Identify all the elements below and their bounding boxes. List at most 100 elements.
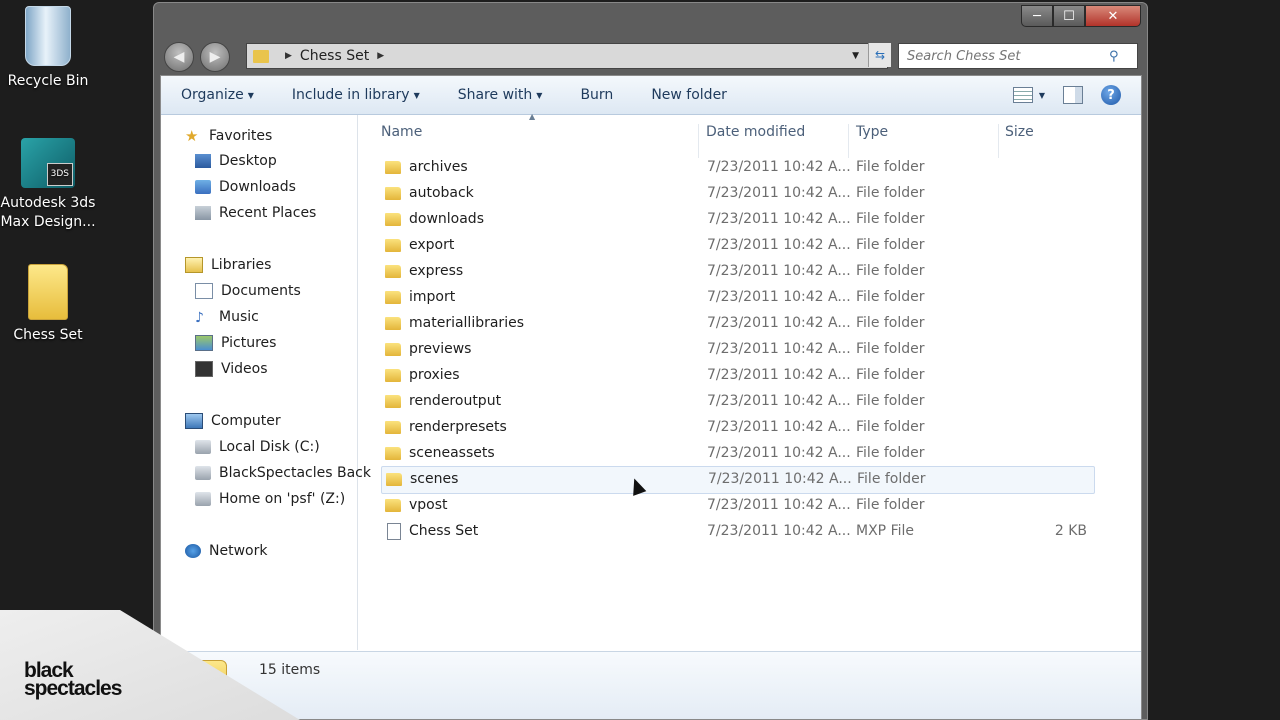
organize-label: Organize <box>181 87 244 103</box>
nav-label: Local Disk (C:) <box>219 439 320 455</box>
documents-icon <box>195 283 213 299</box>
refresh-button[interactable]: ⇆ <box>868 43 891 67</box>
file-date: 7/23/2011 10:42 A... <box>707 523 851 539</box>
desktop-icon-recycle-bin[interactable]: Recycle Bin <box>0 6 98 91</box>
nav-videos[interactable]: Videos <box>195 361 268 377</box>
change-view-icon[interactable] <box>1012 87 1033 103</box>
file-name: import <box>409 289 456 305</box>
column-name[interactable]: Name <box>381 124 422 140</box>
videos-icon <box>195 361 213 377</box>
nav-home-psf[interactable]: Home on 'psf' (Z:) <box>195 491 345 507</box>
file-row[interactable]: renderoutput 7/23/2011 10:42 A... File fol… <box>381 389 1093 415</box>
file-name: export <box>409 237 455 253</box>
file-row[interactable]: Chess Set 7/23/2011 10:42 A... MXP File 2 K… <box>381 519 1093 545</box>
nav-computer[interactable]: Computer <box>185 413 281 429</box>
maximize-button[interactable]: ☐ <box>1053 5 1085 27</box>
close-button[interactable]: ✕ <box>1085 5 1141 27</box>
search-box[interactable]: ⚲ <box>898 43 1138 69</box>
breadcrumb-arrow-icon[interactable]: ▶ <box>377 51 384 61</box>
nav-downloads[interactable]: Downloads <box>195 179 296 195</box>
nav-favorites[interactable]: ★ Favorites <box>185 127 272 145</box>
file-date: 7/23/2011 10:42 A... <box>707 289 851 305</box>
address-dropdown-icon[interactable]: ▼ <box>852 51 859 61</box>
share-with-button[interactable]: Share with ▼ <box>438 87 561 103</box>
nav-label: Downloads <box>219 179 296 195</box>
file-type: File folder <box>856 263 925 279</box>
nav-recent-places[interactable]: Recent Places <box>195 205 316 221</box>
folder-icon <box>385 395 401 408</box>
file-row[interactable]: sceneassets 7/23/2011 10:42 A... File fold… <box>381 441 1093 467</box>
file-row[interactable]: renderpresets 7/23/2011 10:42 A... File fo… <box>381 415 1093 441</box>
column-type[interactable]: Type <box>856 124 888 140</box>
nav-local-disk[interactable]: Local Disk (C:) <box>195 439 320 455</box>
file-row[interactable]: export 7/23/2011 10:42 A... File folder <box>381 233 1093 259</box>
preview-pane-icon[interactable] <box>1063 86 1083 104</box>
nav-pictures[interactable]: Pictures <box>195 335 276 351</box>
file-row[interactable]: import 7/23/2011 10:42 A... File folder <box>381 285 1093 311</box>
column-divider[interactable] <box>698 124 699 158</box>
nav-libraries[interactable]: Libraries <box>185 257 271 273</box>
file-row[interactable]: proxies 7/23/2011 10:42 A... File folder <box>381 363 1093 389</box>
file-row[interactable]: autoback 7/23/2011 10:42 A... File folder <box>381 181 1093 207</box>
command-bar: Organize ▼ Include in library ▼ Share with… <box>161 76 1141 115</box>
file-row-hover[interactable]: scenes 7/23/2011 10:42 A... File folder <box>381 466 1095 494</box>
desktop-icon-label: Recycle Bin <box>7 73 89 89</box>
file-name: downloads <box>409 211 484 227</box>
forward-arrow-icon: ▶ <box>209 49 221 65</box>
file-row[interactable]: express 7/23/2011 10:42 A... File folder <box>381 259 1093 285</box>
burn-button[interactable]: Burn <box>560 87 631 103</box>
search-input[interactable] <box>899 47 1109 65</box>
new-folder-button[interactable]: New folder <box>631 87 745 103</box>
share-with-label: Share with <box>457 87 533 103</box>
file-name: materiallibraries <box>409 315 524 331</box>
view-dropdown-icon[interactable]: ▼ <box>1039 91 1045 100</box>
minimize-button[interactable]: ─ <box>1021 5 1053 27</box>
file-date: 7/23/2011 10:42 A... <box>707 211 851 227</box>
breadcrumb-chess-set[interactable]: Chess Set <box>300 48 369 64</box>
help-icon[interactable]: ? <box>1101 85 1121 105</box>
back-button[interactable]: ◀ <box>164 42 194 72</box>
file-row[interactable]: archives 7/23/2011 10:42 A... File folder <box>381 155 1093 181</box>
details-pane: 15 items <box>161 651 1141 719</box>
folder-icon <box>385 265 401 278</box>
nav-label: Computer <box>211 413 281 429</box>
file-type: File folder <box>856 393 925 409</box>
hard-drive-icon <box>195 440 211 454</box>
folder-icon <box>253 49 269 63</box>
column-size[interactable]: Size <box>1005 124 1034 140</box>
file-row[interactable]: previews 7/23/2011 10:42 A... File folder <box>381 337 1093 363</box>
breadcrumb-arrow-icon[interactable]: ▶ <box>285 51 292 61</box>
desktop-icon-3ds-max[interactable]: 3DS Autodesk 3ds Max Design... <box>0 138 98 232</box>
nav-music[interactable]: ♪ Music <box>195 309 259 326</box>
nav-desktop[interactable]: Desktop <box>195 153 277 169</box>
desktop-icon-chess-set[interactable]: Chess Set <box>0 264 98 345</box>
folder-icon <box>385 447 401 460</box>
file-row[interactable]: materiallibraries 7/23/2011 10:42 A... Fil… <box>381 311 1093 337</box>
file-name: scenes <box>410 471 459 487</box>
file-name: sceneassets <box>409 445 495 461</box>
address-bar[interactable]: ▶ Chess Set ▶ ▼ <box>246 43 888 69</box>
nav-label: Favorites <box>209 128 273 144</box>
file-name: vpost <box>409 497 448 513</box>
address-row: ◀ ▶ ▶ Chess Set ▶ ▼ ⇆ ⚲ <box>160 39 1140 75</box>
file-date: 7/23/2011 10:42 A... <box>707 185 851 201</box>
nav-documents[interactable]: Documents <box>195 283 301 299</box>
forward-button[interactable]: ▶ <box>200 42 230 72</box>
column-divider[interactable] <box>998 124 999 158</box>
desktop-icon-label: Autodesk 3ds <box>0 195 96 211</box>
organize-button[interactable]: Organize ▼ <box>161 87 272 103</box>
file-type: File folder <box>856 159 925 175</box>
sort-arrow-icon: ▲ <box>529 112 536 121</box>
file-row[interactable]: downloads 7/23/2011 10:42 A... File folder <box>381 207 1093 233</box>
nav-network[interactable]: Network <box>185 543 267 559</box>
music-icon: ♪ <box>195 310 204 326</box>
nav-blackspectacles[interactable]: BlackSpectacles Back <box>195 465 371 481</box>
search-icon[interactable]: ⚲ <box>1109 49 1119 64</box>
file-type: File folder <box>856 315 925 331</box>
include-in-library-button[interactable]: Include in library ▼ <box>272 87 438 103</box>
brand-logo: black spectacles <box>24 660 122 699</box>
dropdown-arrow-icon: ▼ <box>247 90 254 100</box>
file-row[interactable]: vpost 7/23/2011 10:42 A... File folder <box>381 493 1093 519</box>
column-date-modified[interactable]: Date modified <box>706 124 805 140</box>
column-divider[interactable] <box>848 124 849 158</box>
